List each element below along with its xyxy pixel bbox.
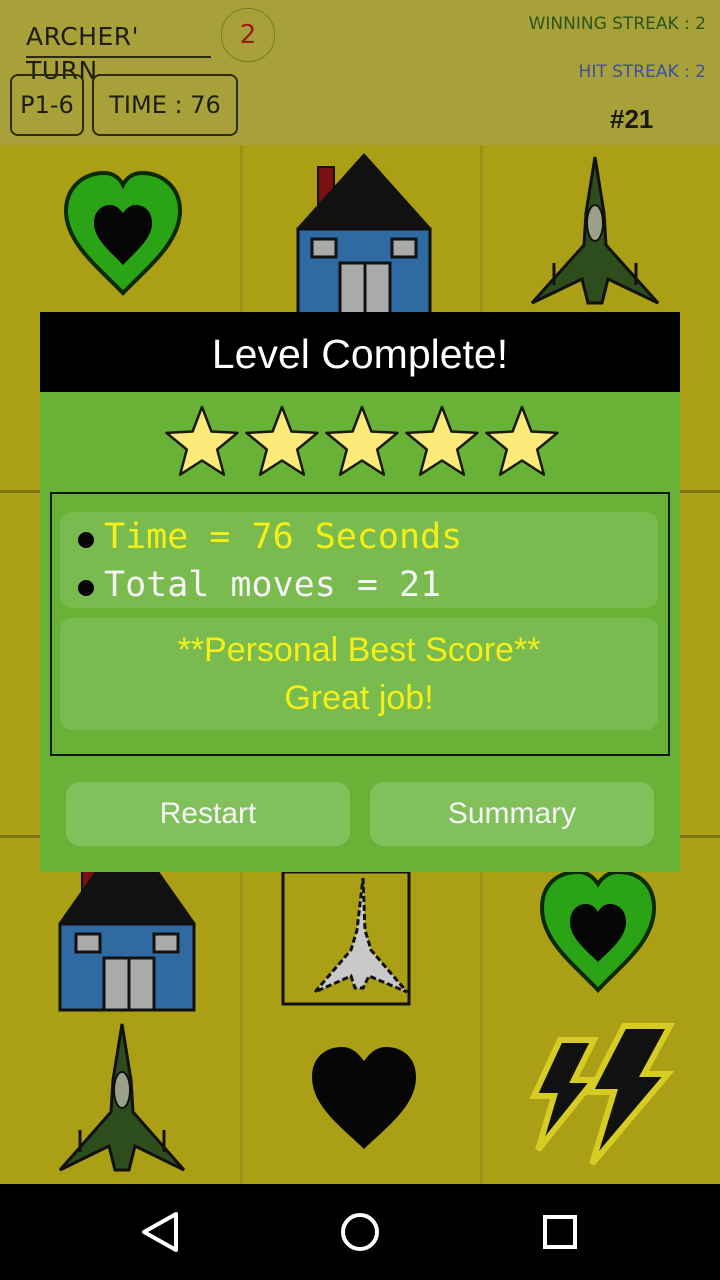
jet-outline-icon	[281, 870, 411, 1006]
stats-panel: Time = 76 Seconds Total moves = 21 **Per…	[50, 492, 670, 756]
time-stat-row: Time = 76 Seconds	[62, 514, 660, 560]
heart-green-icon	[539, 869, 657, 993]
time-stat: Time = 76 Seconds	[104, 517, 463, 557]
heart-black-icon	[312, 1047, 416, 1149]
home-icon[interactable]	[330, 1202, 390, 1262]
jet-tile[interactable]	[526, 153, 664, 309]
star-icon	[485, 405, 559, 476]
heart-green-icon	[63, 170, 183, 296]
heart-black-tile[interactable]	[308, 1045, 420, 1153]
winning-streak: WINNING STREAK : 2	[528, 14, 706, 34]
house-icon	[58, 869, 196, 1012]
game-header: ARCHER' TURN 2 P1-6 TIME : 76 WINNING ST…	[0, 0, 720, 145]
jet-outline-tile[interactable]	[281, 870, 411, 1006]
heart-green-tile[interactable]	[538, 869, 658, 994]
star-rating	[164, 404, 564, 484]
level-indicator: P1-6	[10, 74, 84, 136]
recents-icon[interactable]	[530, 1202, 590, 1262]
turn-label: ARCHER' TURN	[26, 20, 211, 85]
jet-icon	[530, 156, 660, 305]
bullet-icon	[78, 532, 94, 548]
moves-stat-row: Total moves = 21	[62, 562, 660, 608]
level-complete-dialog: Level Complete! Time = 76 Seconds Total …	[40, 312, 680, 872]
dialog-title: Level Complete!	[40, 312, 680, 392]
star-icon	[325, 405, 399, 476]
star-icon	[245, 405, 319, 476]
lightning-icon	[529, 1023, 676, 1166]
hit-streak: HIT STREAK : 2	[578, 62, 706, 82]
summary-button[interactable]: Summary	[370, 782, 654, 846]
bullet-icon	[78, 580, 94, 596]
back-icon[interactable]	[130, 1202, 190, 1262]
star-icon	[405, 405, 479, 476]
game-screen: ARCHER' TURN 2 P1-6 TIME : 76 WINNING ST…	[0, 0, 720, 1280]
turn-count-badge: 2	[221, 8, 275, 62]
house-tile[interactable]	[56, 869, 198, 1012]
restart-button[interactable]: Restart	[66, 782, 350, 846]
moves-stat: Total moves = 21	[104, 565, 442, 605]
jet-icon	[58, 1023, 186, 1172]
jet-tile[interactable]	[54, 1020, 190, 1176]
house-icon	[296, 153, 432, 318]
praise-label: Great job!	[284, 679, 434, 717]
navigation-bar	[0, 1184, 720, 1280]
personal-best-label: **Personal Best Score**	[177, 631, 541, 669]
lightning-tile[interactable]	[520, 1020, 680, 1170]
star-icon	[165, 405, 239, 476]
move-number: #21	[610, 104, 654, 134]
house-tile[interactable]	[292, 151, 436, 318]
time-indicator: TIME : 76	[92, 74, 238, 136]
heart-green-tile[interactable]	[60, 169, 186, 299]
